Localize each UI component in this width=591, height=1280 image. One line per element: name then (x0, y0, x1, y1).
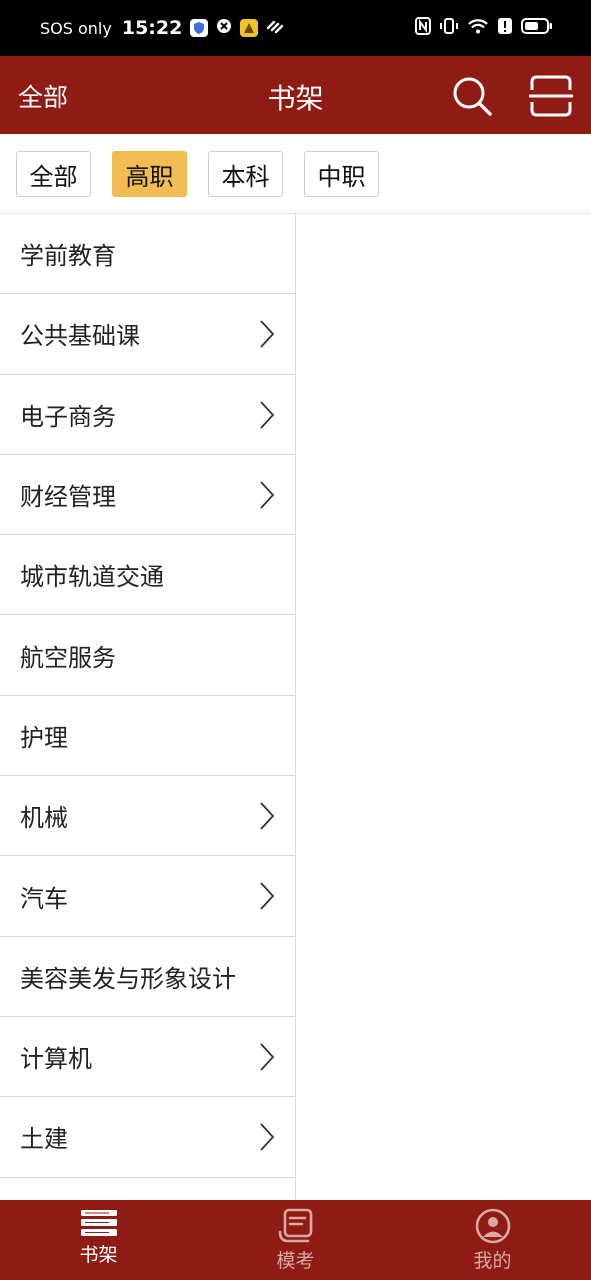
category-item[interactable]: 护理 (0, 696, 295, 777)
category-item[interactable]: 电子商务 (0, 375, 295, 455)
status-left: SOS only 15:22 (40, 17, 284, 39)
status-bar: SOS only 15:22 (0, 0, 591, 56)
chevron-right-icon (260, 802, 275, 830)
chevron-right-icon (260, 1123, 275, 1151)
chevron-right-icon (260, 1043, 275, 1071)
bookshelf-icon (80, 1210, 117, 1236)
page-title: 书架 (267, 82, 324, 115)
nav-item-bookshelf[interactable]: 书架 (0, 1200, 197, 1280)
scan-icon (529, 75, 573, 117)
category-item[interactable]: 机械 (0, 776, 295, 857)
category-item[interactable]: 汽车 (0, 856, 295, 937)
close-circle-icon (216, 18, 232, 38)
category-label: 汽车 (20, 884, 68, 913)
category-label: 电子商务 (20, 402, 116, 431)
category-label: 机械 (20, 804, 68, 833)
category-item[interactable]: 城市轨道交通 (0, 535, 295, 616)
category-label: 航空服务 (20, 643, 116, 672)
category-label: 城市轨道交通 (20, 563, 164, 592)
filter-chip-undergraduate[interactable]: 本科 (208, 151, 283, 197)
category-item[interactable]: 财经管理 (0, 455, 295, 536)
category-item[interactable]: 美容美发与形象设计 (0, 937, 295, 1017)
filter-chip-secondary-vocational[interactable]: 中职 (304, 151, 379, 197)
search-icon (453, 77, 492, 116)
category-label: 学前教育 (20, 242, 116, 271)
category-item[interactable]: 航空服务 (0, 615, 295, 696)
app-bar: 全部 书架 (0, 56, 591, 134)
vibrate-icon (439, 17, 459, 39)
category-label: 财经管理 (20, 483, 116, 512)
category-item[interactable]: 公共基础课 (0, 294, 295, 375)
category-label: 计算机 (20, 1045, 92, 1074)
shield-app-icon (190, 19, 209, 37)
chevron-right-icon (260, 481, 275, 509)
bottom-nav: 书架 模考 我的 (0, 1200, 591, 1280)
exam-icon (278, 1208, 312, 1243)
category-item[interactable]: 土建 (0, 1097, 295, 1178)
subcategory-panel (296, 214, 591, 1200)
app-notification-icon (240, 19, 259, 37)
carrier-text: SOS only (40, 18, 112, 38)
all-categories-button[interactable]: 全部 (18, 78, 68, 114)
level-filter-bar: 全部 高职 本科 中职 (0, 134, 591, 214)
clock: 15:22 (121, 17, 183, 39)
category-label: 护理 (20, 723, 68, 752)
nav-label-profile: 我的 (473, 1250, 512, 1272)
battery-icon (521, 17, 553, 39)
alert-icon (497, 17, 513, 39)
filter-chip-all[interactable]: 全部 (16, 151, 91, 197)
wifi-icon (467, 17, 489, 39)
category-list: 学前教育公共基础课电子商务财经管理城市轨道交通 航空服务护理机械汽车美容美发与形象… (0, 214, 296, 1200)
status-right (415, 17, 553, 39)
category-label: 公共基础课 (20, 322, 140, 351)
filter-chip-vocational-college[interactable]: 高职 (112, 151, 187, 197)
category-item[interactable]: 计算机 (0, 1017, 295, 1098)
search-button[interactable] (450, 74, 494, 118)
category-label: 土建 (20, 1125, 68, 1154)
chevron-right-icon (260, 400, 275, 429)
chevron-right-icon (260, 882, 275, 910)
nav-label-bookshelf: 书架 (79, 1244, 118, 1266)
nfc-icon (415, 17, 431, 39)
category-item[interactable]: 学前教育 (0, 214, 295, 295)
chevron-right-icon (260, 320, 275, 348)
profile-icon (475, 1208, 510, 1244)
nav-item-profile[interactable]: 我的 (394, 1200, 591, 1280)
category-label: 美容美发与形象设计 (20, 964, 236, 993)
nav-label-exam: 模考 (276, 1250, 315, 1272)
scan-button[interactable] (528, 74, 574, 118)
link-icon (266, 18, 284, 38)
nav-item-exam[interactable]: 模考 (197, 1200, 394, 1280)
